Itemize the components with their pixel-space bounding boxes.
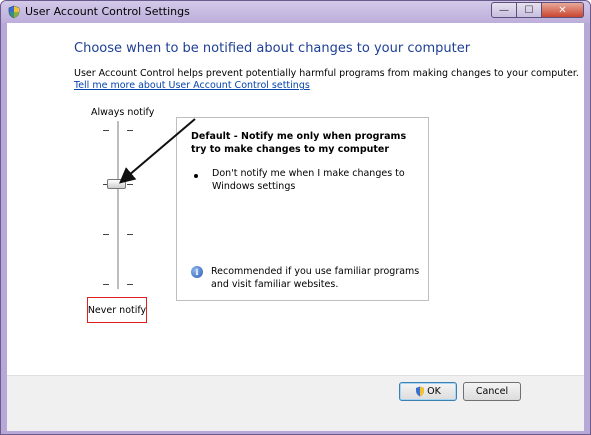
window-title: User Account Control Settings bbox=[25, 5, 190, 18]
slider-tick bbox=[103, 130, 109, 131]
close-icon: ✕ bbox=[558, 4, 567, 16]
notification-slider-thumb[interactable] bbox=[107, 179, 126, 189]
dialog-content: Choose when to be notified about changes… bbox=[7, 23, 584, 431]
info-icon: i bbox=[191, 266, 203, 278]
title-bar[interactable]: User Account Control Settings — ☐ ✕ bbox=[1, 1, 590, 23]
slider-tick bbox=[103, 284, 109, 285]
slider-tick bbox=[127, 184, 133, 185]
slider-tick bbox=[127, 130, 133, 131]
slider-tick bbox=[127, 284, 133, 285]
notification-slider-track[interactable] bbox=[117, 121, 119, 289]
recommendation-note: Recommended if you use familiar programs… bbox=[211, 266, 420, 290]
maximize-button[interactable]: ☐ bbox=[517, 2, 542, 18]
minimize-button[interactable]: — bbox=[491, 2, 517, 18]
slider-tick bbox=[103, 234, 109, 235]
level-description-panel: Default - Notify me only when programs t… bbox=[176, 117, 429, 301]
uac-shield-icon bbox=[8, 5, 20, 19]
ok-label: OK bbox=[427, 386, 441, 397]
slider-tick bbox=[127, 234, 133, 235]
page-title: Choose when to be notified about changes… bbox=[74, 41, 471, 56]
maximize-icon: ☐ bbox=[524, 4, 534, 16]
minimize-icon: — bbox=[499, 4, 509, 16]
cancel-label: Cancel bbox=[475, 386, 509, 397]
cancel-button[interactable]: Cancel bbox=[463, 382, 521, 401]
level-title: Default - Notify me only when programs t… bbox=[191, 131, 407, 155]
caption-buttons: — ☐ ✕ bbox=[491, 2, 584, 19]
highlight-box: Never notify bbox=[87, 297, 147, 323]
learn-more-link[interactable]: Tell me more about User Account Control … bbox=[74, 80, 310, 91]
description-text: User Account Control helps prevent poten… bbox=[74, 68, 579, 79]
level-bullet: Don't notify me when I make changes to W… bbox=[212, 168, 405, 192]
slider-bottom-label: Never notify bbox=[87, 304, 147, 316]
uac-settings-window: User Account Control Settings — ☐ ✕ Choo… bbox=[0, 0, 591, 435]
slider-top-label: Always notify bbox=[91, 107, 155, 118]
bullet-icon bbox=[194, 174, 198, 178]
uac-shield-icon bbox=[416, 386, 425, 397]
close-button[interactable]: ✕ bbox=[542, 2, 584, 18]
ok-button[interactable]: OK bbox=[399, 382, 457, 401]
